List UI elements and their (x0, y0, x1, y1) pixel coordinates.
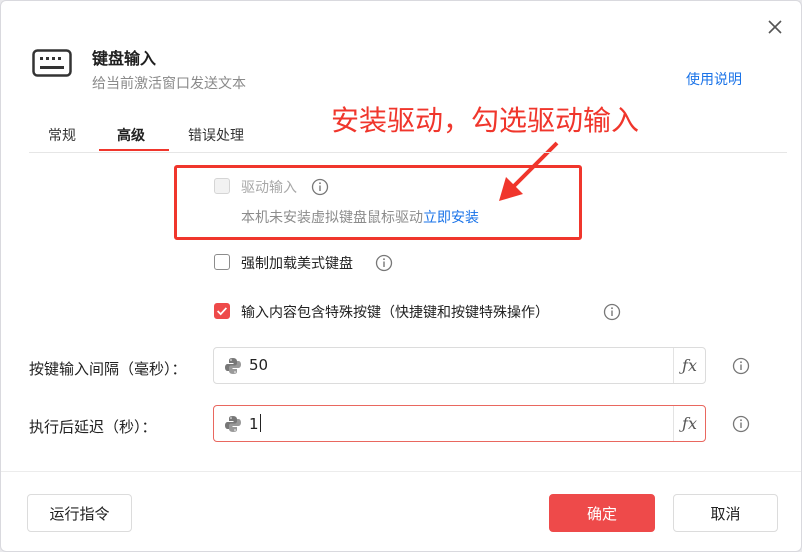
info-icon[interactable] (375, 254, 393, 272)
cancel-button[interactable]: 取消 (673, 494, 778, 532)
footer-divider (1, 471, 801, 472)
driver-input-label: 驱动输入 (241, 180, 297, 196)
info-icon[interactable] (603, 303, 621, 321)
force-us-keyboard-label: 强制加载美式键盘 (241, 256, 353, 272)
info-icon[interactable] (732, 357, 750, 375)
install-now-link[interactable]: 立即安装 (423, 210, 479, 226)
tab-bar: 常规 高级 错误处理 (29, 121, 787, 153)
dialog-title: 键盘输入 (92, 49, 157, 68)
special-keys-label: 输入内容包含特殊按键（快捷键和按键特殊操作） (241, 305, 549, 321)
dialog-subtitle: 给当前激活窗口发送文本 (92, 76, 246, 92)
tab-general[interactable]: 常规 (48, 125, 76, 145)
close-icon[interactable] (765, 17, 785, 37)
delay-after-value-wrap: 1 (249, 414, 261, 433)
run-command-button[interactable]: 运行指令 (27, 494, 132, 532)
tab-advanced[interactable]: 高级 (117, 125, 145, 145)
fx-button[interactable]: ƒx (673, 406, 705, 441)
delay-after-label: 执行后延迟（秒）： (29, 418, 157, 436)
driver-input-checkbox[interactable] (214, 178, 230, 194)
special-keys-checkbox[interactable] (214, 303, 230, 319)
text-caret (259, 414, 261, 432)
key-interval-value: 50 (249, 356, 269, 374)
info-icon[interactable] (311, 178, 329, 196)
driver-hint-text: 本机未安装虚拟键盘鼠标驱动 (241, 210, 423, 226)
key-interval-input[interactable]: 50 ƒx (213, 347, 706, 384)
key-interval-label: 按键输入间隔（毫秒）： (29, 360, 187, 378)
ok-button[interactable]: 确定 (549, 494, 655, 532)
delay-after-value: 1 (249, 415, 259, 433)
python-icon (225, 358, 241, 374)
tab-error-handling[interactable]: 错误处理 (188, 125, 244, 145)
annotation-highlight-box (174, 165, 582, 240)
python-icon (225, 416, 241, 432)
force-us-keyboard-checkbox[interactable] (214, 254, 230, 270)
fx-button[interactable]: ƒx (673, 348, 705, 383)
keyboard-icon (32, 49, 72, 77)
delay-after-input[interactable]: 1 ƒx (213, 405, 706, 442)
info-icon[interactable] (732, 415, 750, 433)
check-icon (217, 307, 228, 316)
driver-hint: 本机未安装虚拟键盘鼠标驱动立即安装 (241, 207, 479, 227)
active-tab-indicator (99, 149, 169, 151)
keyboard-input-dialog: 键盘输入 给当前激活窗口发送文本 使用说明 安装驱动，勾选驱动输入 常规 高级 … (0, 0, 802, 552)
help-link[interactable]: 使用说明 (686, 69, 742, 89)
